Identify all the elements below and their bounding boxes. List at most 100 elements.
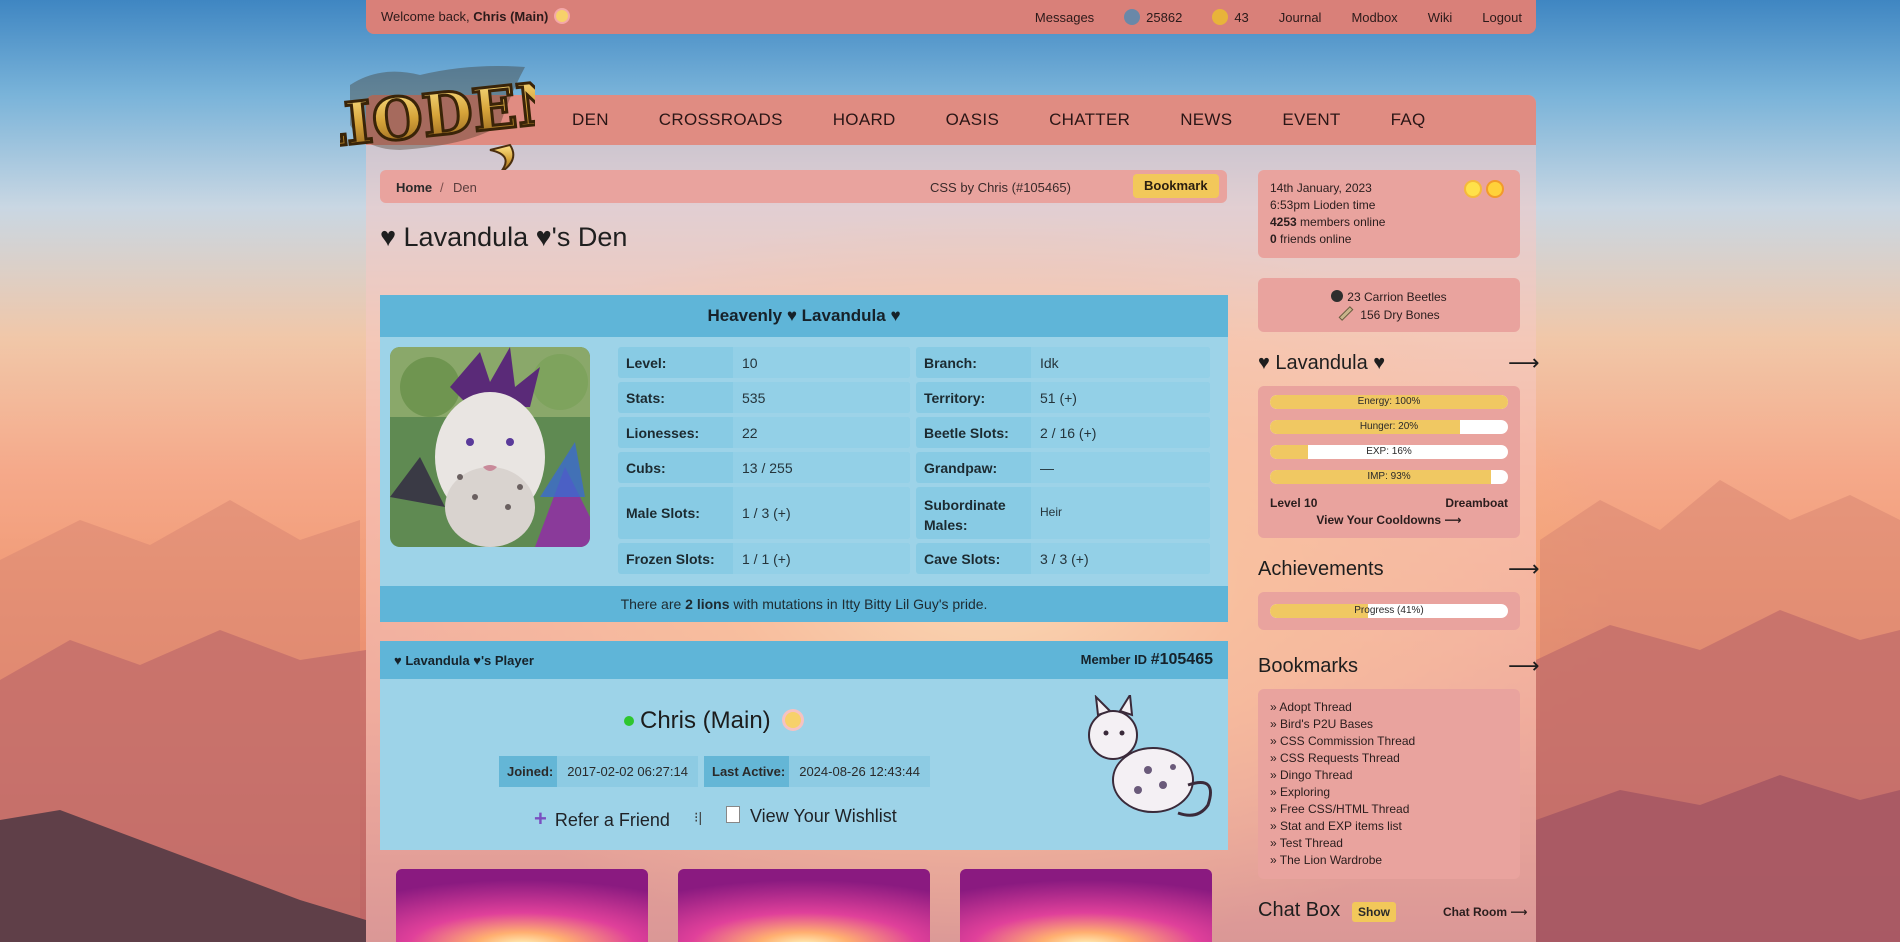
beetles-balance[interactable]: 25862 — [1124, 9, 1182, 25]
energy-bar: Energy: 100% — [1270, 395, 1508, 409]
nav-chatter[interactable]: CHATTER — [1049, 110, 1130, 130]
notepad-icon — [726, 806, 740, 823]
nav-hoard[interactable]: HOARD — [833, 110, 896, 130]
messages-link[interactable]: Messages — [1035, 10, 1094, 25]
joined-date: Joined: 2017-02-02 06:27:14 — [499, 756, 698, 787]
separator-icon: ⁝| — [694, 809, 703, 825]
lion-info-box: Heavenly ♥ Lavandula ♥ Level: 10 Branch: I… — [380, 295, 1228, 622]
stat-lionesses: Lionesses: 22 — [618, 417, 910, 448]
lion-title: Dreamboat — [1445, 496, 1508, 510]
hunger-bar: Hunger: 20% — [1270, 420, 1508, 434]
player-avatar — [1088, 695, 1212, 817]
online-status-icon — [624, 716, 634, 726]
sidebar-lion-heading[interactable]: ♥ Lavandula ♥ ⟶ — [1258, 350, 1540, 375]
journal-link[interactable]: Journal — [1279, 10, 1322, 25]
css-credit[interactable]: CSS by Chris (#105465) — [930, 180, 1071, 195]
lion-status-box: Energy: 100% Hunger: 20% EXP: 16% IMP: 9… — [1258, 386, 1520, 538]
achievements-box: Progress (41%) — [1258, 592, 1520, 630]
sun-icon — [1466, 182, 1480, 196]
lion-portrait[interactable] — [390, 347, 590, 547]
bookmark-link[interactable]: » Free CSS/HTML Thread — [1270, 801, 1415, 818]
game-date: 14th January, 2023 — [1270, 181, 1372, 195]
breadcrumb-current: Den — [453, 180, 477, 195]
stat-cubs: Cubs: 13 / 255 — [618, 452, 910, 483]
nav-crossroads[interactable]: CROSSROADS — [659, 110, 783, 130]
achievement-progress-bar[interactable]: Progress (41%) — [1270, 604, 1508, 618]
chatbox-show-button[interactable]: Show — [1352, 902, 1396, 922]
nav-faq[interactable]: FAQ — [1391, 110, 1426, 130]
beetle-icon — [1331, 290, 1344, 302]
bones-balance[interactable]: 43 — [1212, 9, 1249, 25]
chat-room-link[interactable]: Chat Room ⟶ — [1443, 905, 1528, 919]
refer-friend-link[interactable]: + Refer a Friend — [534, 806, 670, 832]
last-active-date: Last Active: 2024-08-26 12:43:44 — [704, 756, 930, 787]
bookmark-link[interactable]: » Test Thread — [1270, 835, 1415, 852]
stat-territory[interactable]: Territory: 51 (+) — [916, 382, 1210, 413]
lion-name-header: Heavenly ♥ Lavandula ♥ — [380, 295, 1228, 337]
logout-link[interactable]: Logout — [1482, 10, 1522, 25]
player-name[interactable]: Chris (Main) — [624, 707, 802, 735]
stat-branch: Branch: Idk — [916, 347, 1210, 378]
inventory-box: 23 Carrion Beetles 156 Dry Bones — [1258, 278, 1520, 332]
breadcrumb: Home / Den CSS by Chris (#105465) Bookma… — [380, 170, 1227, 203]
bookmark-link[interactable]: » Stat and EXP items list — [1270, 818, 1415, 835]
nav-oasis[interactable]: OASIS — [946, 110, 999, 130]
breadcrumb-home[interactable]: Home — [396, 180, 432, 195]
achievements-heading[interactable]: Achievements ⟶ — [1258, 556, 1540, 581]
bookmark-link[interactable]: » Adopt Thread — [1270, 699, 1415, 716]
members-online[interactable]: 4253 members online — [1270, 214, 1385, 231]
wishlist-link[interactable]: View Your Wishlist — [726, 806, 897, 827]
bone-icon — [1338, 306, 1354, 321]
bookmark-button[interactable]: Bookmark — [1133, 174, 1219, 198]
arrow-right-icon[interactable]: ⟶ — [1508, 653, 1540, 679]
bookmark-link[interactable]: » Exploring — [1270, 784, 1415, 801]
bookmark-link[interactable]: » CSS Requests Thread — [1270, 750, 1415, 767]
chatbox-heading: Chat Box — [1258, 899, 1341, 921]
imp-bar: IMP: 93% — [1270, 470, 1508, 484]
breadcrumb-separator: / — [440, 180, 444, 195]
gold-bone-currency-icon — [1212, 9, 1229, 25]
bookmark-link[interactable]: » Dingo Thread — [1270, 767, 1415, 784]
beetle-currency-icon — [1124, 9, 1141, 25]
stat-stats: Stats: 535 — [618, 382, 910, 413]
nav-news[interactable]: NEWS — [1180, 110, 1232, 130]
stat-level: Level: 10 — [618, 347, 910, 378]
flower-icon — [785, 712, 802, 728]
bookmark-link[interactable]: » The Lion Wardrobe — [1270, 852, 1415, 869]
flower-icon — [556, 10, 569, 22]
plus-icon: + — [534, 806, 547, 831]
den-decoration-image — [960, 869, 1212, 942]
lion-level: Level 10 — [1270, 496, 1318, 510]
stat-male-slots[interactable]: Male Slots: 1 / 3 (+) — [618, 487, 910, 539]
stat-frozen-slots[interactable]: Frozen Slots: 1 / 1 (+) — [618, 543, 910, 574]
arrow-right-icon[interactable]: ⟶ — [1508, 350, 1540, 376]
stat-grandpaw: Grandpaw: — — [916, 452, 1210, 483]
bookmarks-heading[interactable]: Bookmarks ⟶ — [1258, 653, 1540, 678]
lioden-logo[interactable]: LIODEN — [340, 55, 535, 177]
modbox-link[interactable]: Modbox — [1351, 10, 1397, 25]
player-header: ♥ Lavandula ♥'s Player Member ID #105465 — [380, 641, 1228, 679]
dry-bones[interactable]: 156 Dry Bones — [1258, 306, 1520, 324]
game-time: 6:53pm Lioden time — [1270, 198, 1376, 212]
den-decoration-image — [396, 869, 648, 942]
bookmark-link[interactable]: » Bird's P2U Bases — [1270, 716, 1415, 733]
main-nav: DEN CROSSROADS HOARD OASIS CHATTER NEWS … — [366, 95, 1536, 145]
player-header-title: ♥ Lavandula ♥'s Player — [394, 653, 534, 668]
stat-subordinate-males: Subordinate Males: Heir — [916, 487, 1210, 539]
nav-den[interactable]: DEN — [572, 110, 609, 130]
arrow-right-icon[interactable]: ⟶ — [1508, 556, 1540, 582]
bookmarks-box: » Adopt Thread » Bird's P2U Bases » CSS … — [1258, 689, 1520, 879]
stat-beetle-slots[interactable]: Beetle Slots: 2 / 16 (+) — [916, 417, 1210, 448]
bookmark-link[interactable]: » CSS Commission Thread — [1270, 733, 1415, 750]
cooldowns-link[interactable]: View Your Cooldowns ⟶ — [1258, 513, 1520, 527]
stat-cave-slots[interactable]: Cave Slots: 3 / 3 (+) — [916, 543, 1210, 574]
nav-event[interactable]: EVENT — [1282, 110, 1340, 130]
carrion-beetles[interactable]: 23 Carrion Beetles — [1258, 288, 1520, 306]
username-link[interactable]: Chris (Main) — [473, 9, 548, 24]
wiki-link[interactable]: Wiki — [1428, 10, 1453, 25]
player-box: ♥ Lavandula ♥'s Player Member ID #105465… — [380, 641, 1228, 850]
mutations-notice: There are 2 lions with mutations in Itty… — [380, 586, 1228, 622]
den-decoration-image — [678, 869, 930, 942]
sun-icon — [1488, 182, 1502, 196]
friends-online[interactable]: 0 friends online — [1270, 231, 1385, 248]
